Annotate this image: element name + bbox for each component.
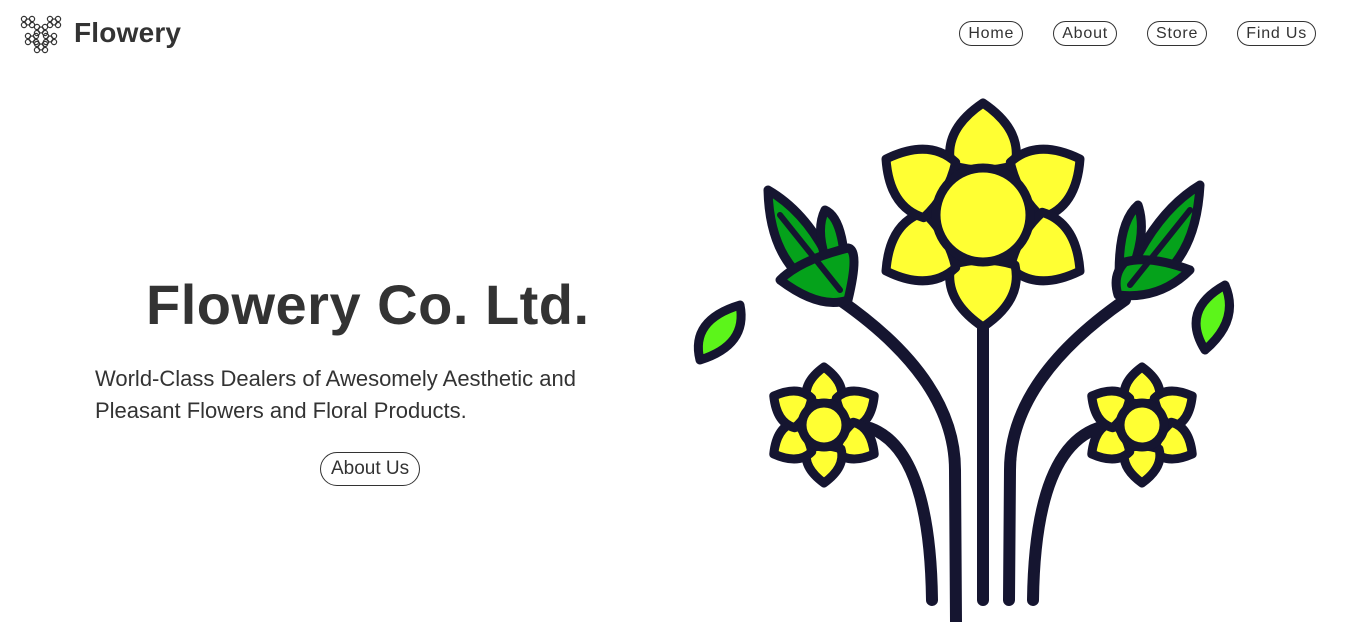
floating-leaf-right [1191,280,1234,355]
small-flower-right [1087,362,1197,488]
hero-subtitle: World-Class Dealers of Awesomely Aesthet… [95,366,576,423]
nav-home-button[interactable]: Home [959,21,1024,46]
main-nav: Home About Store Find Us [959,21,1316,46]
brand-name: Flowery [74,17,182,48]
flower-bouquet-illustration [693,98,1234,622]
nav-about-button[interactable]: About [1053,21,1118,46]
nav-find-us-button[interactable]: Find Us [1237,21,1316,46]
small-flower-left [769,362,879,488]
about-us-button[interactable]: About Us [320,452,421,486]
flower-stems [834,294,1131,622]
nav-store-button[interactable]: Store [1147,21,1208,46]
right-leaf-cluster [1111,180,1205,301]
flower-cluster-icon [20,15,62,54]
left-leaf-cluster [763,185,859,307]
floating-leaf-left [693,300,746,365]
large-flower [881,98,1085,332]
hero-title: Flowery Co. Ltd. [146,273,590,336]
brand-logo[interactable]: Flowery [18,12,181,54]
